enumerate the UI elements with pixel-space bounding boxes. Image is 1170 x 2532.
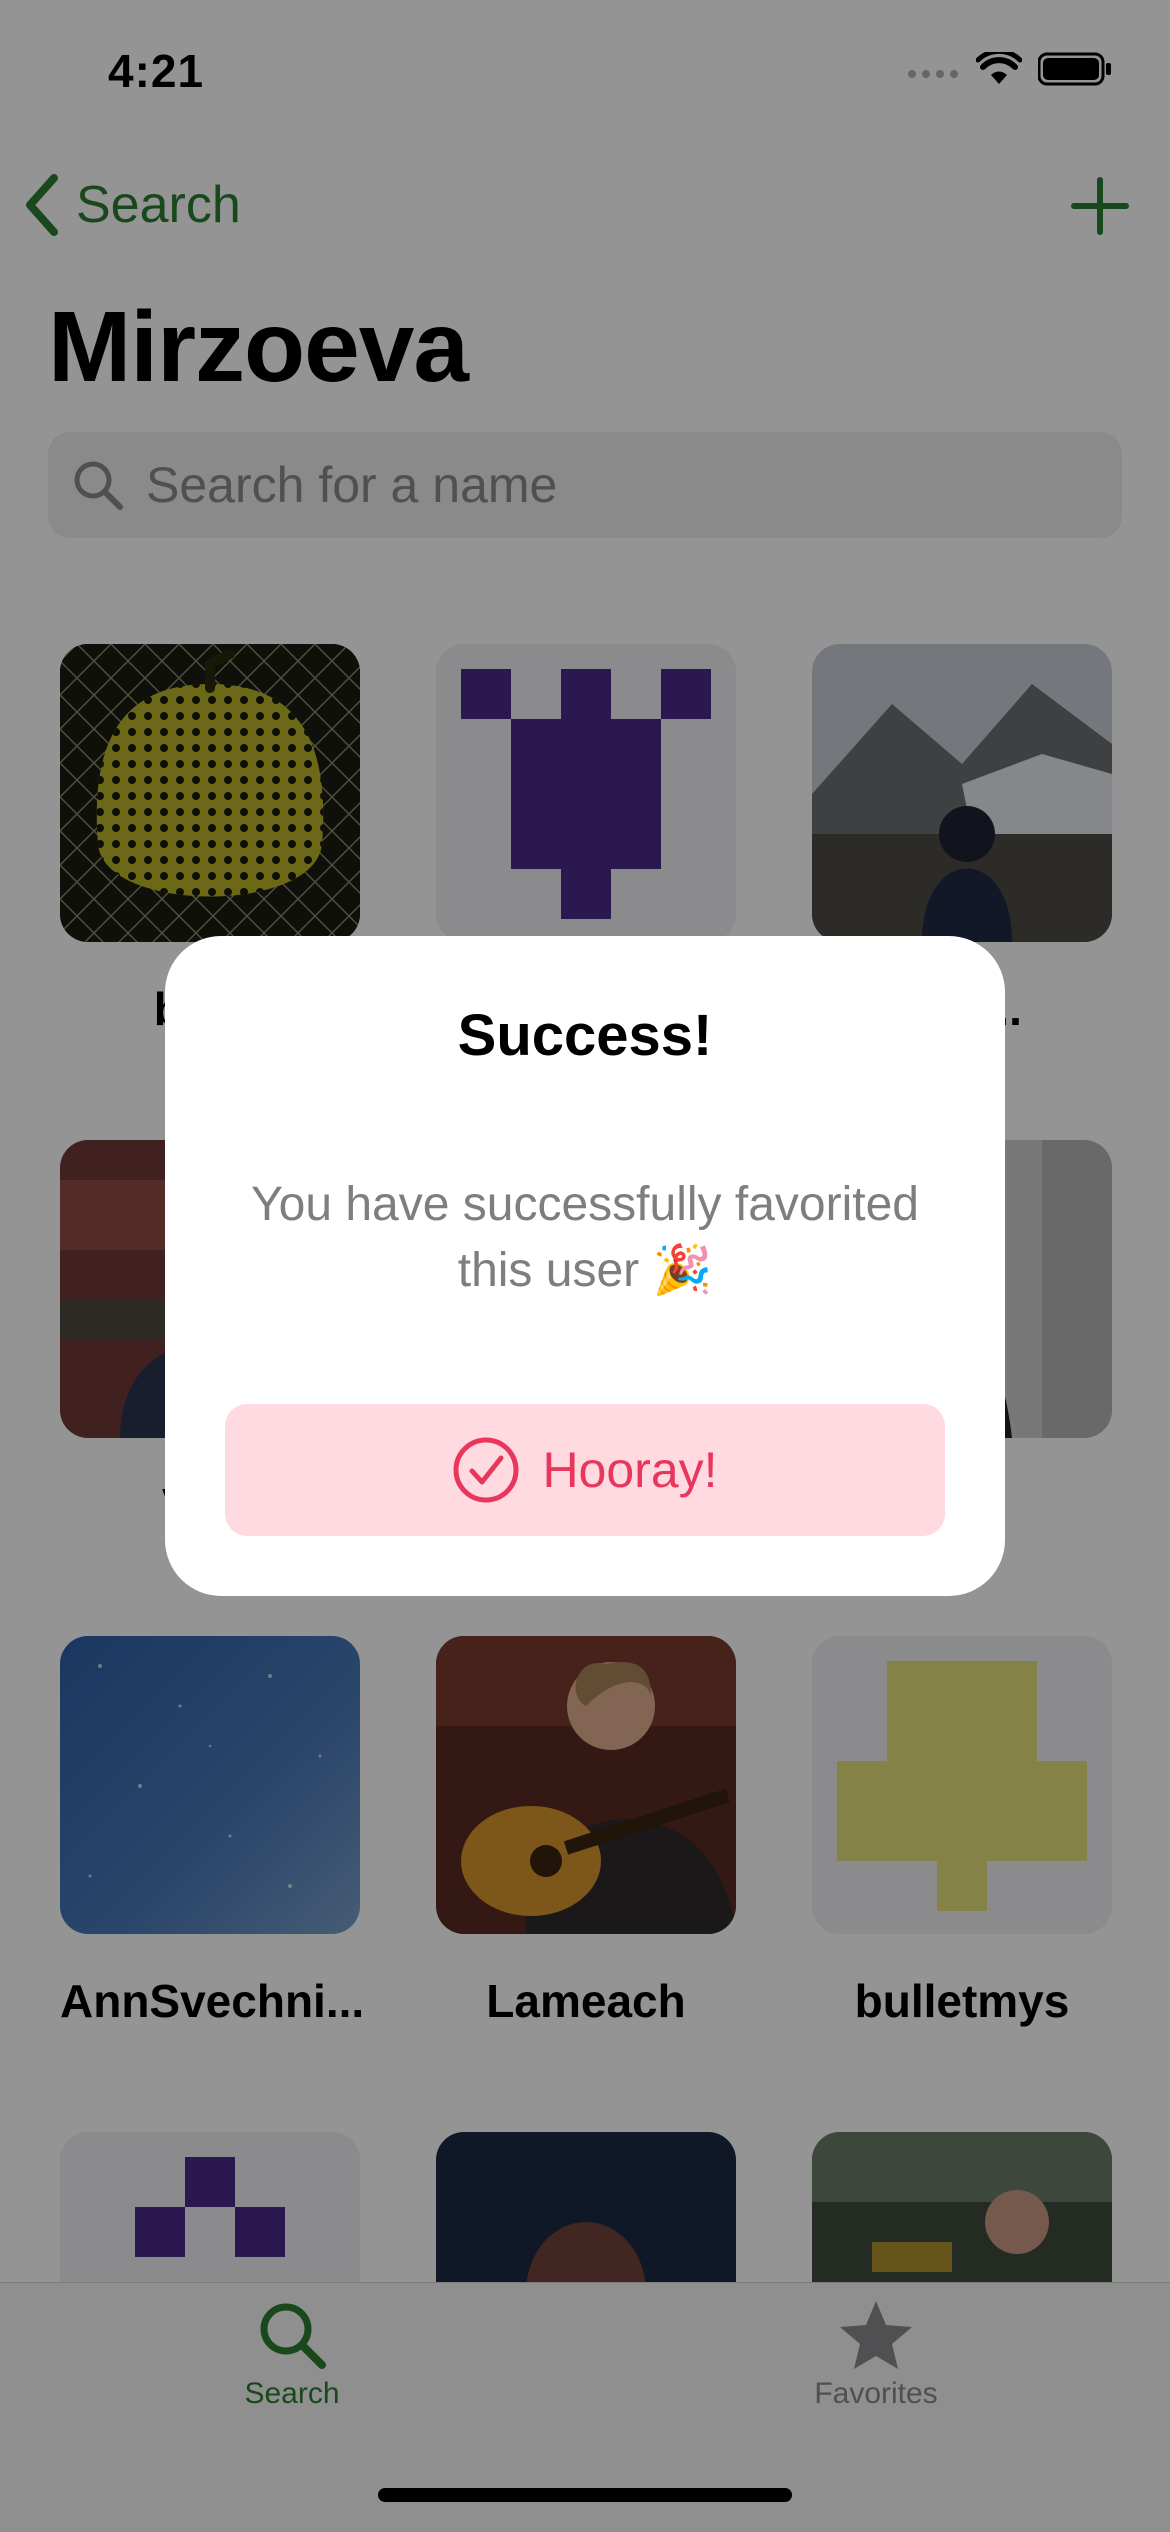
app-screen: 4:21 Search Mirzoeva Search for a name A…: [0, 0, 1170, 2532]
hooray-button-label: Hooray!: [542, 1442, 718, 1498]
checkmark-circle-icon: [453, 1437, 519, 1503]
success-alert: Success! You have successfully favorited…: [165, 936, 1005, 1596]
alert-message: You have successfully favorited this use…: [251, 1178, 919, 1297]
hooray-button[interactable]: Hooray!: [225, 1404, 945, 1536]
alert-title: Success!: [457, 1003, 713, 1068]
